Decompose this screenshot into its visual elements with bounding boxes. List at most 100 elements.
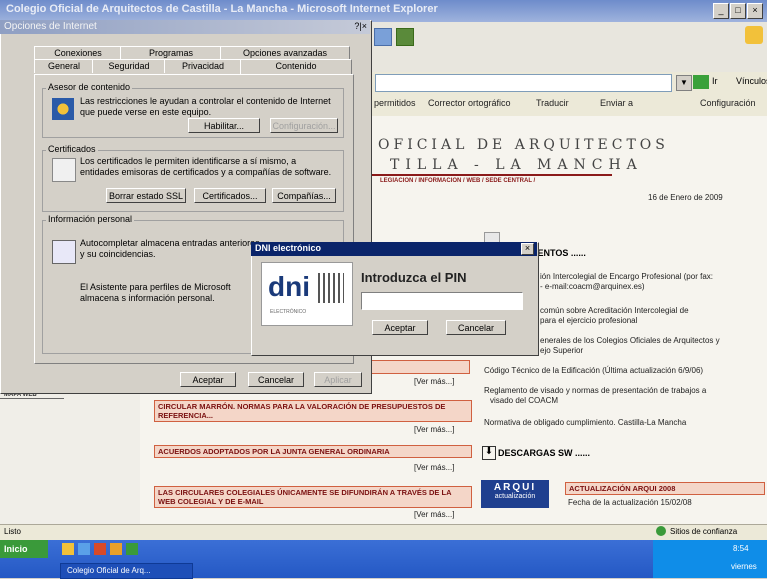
- ie-icon[interactable]: [78, 543, 90, 555]
- site-logo-line1: OFICIAL DE ARQUITECTOS: [378, 137, 669, 153]
- enable-button[interactable]: Habilitar...: [188, 118, 260, 133]
- spellcheck-button[interactable]: Corrector ortográfico: [428, 98, 511, 108]
- taskbar-window-item[interactable]: Colegio Oficial de Arq...: [60, 563, 193, 579]
- see-more-link[interactable]: [Ver más...]: [414, 510, 454, 519]
- personal-info-label: Información personal: [46, 214, 135, 224]
- internet-options-title-bar[interactable]: Opciones de Internet ?|×: [0, 20, 370, 34]
- clock[interactable]: 8:54: [733, 544, 749, 553]
- dni-title-bar[interactable]: DNI electrónico ×: [251, 242, 537, 256]
- chip-pattern-icon: [318, 273, 344, 303]
- pin-ok-button[interactable]: Aceptar: [372, 320, 428, 335]
- autocomplete-icon: [52, 240, 76, 264]
- doc-item[interactable]: común sobre Acreditación Intercolegial d…: [540, 306, 689, 316]
- left-sidebar: [0, 392, 140, 524]
- tab-privacidad[interactable]: Privacidad: [164, 59, 242, 73]
- dni-logo: dni ELECTRÓNICO: [261, 262, 353, 326]
- go-arrow-icon[interactable]: [693, 75, 709, 89]
- window-controls: _ □ ×: [712, 3, 763, 19]
- see-more-link[interactable]: [Ver más...]: [414, 425, 454, 434]
- close-window-button[interactable]: ×: [747, 3, 763, 19]
- firefox-icon[interactable]: [110, 543, 122, 555]
- popups-permitted[interactable]: permitidos: [374, 98, 416, 108]
- browser-title-bar[interactable]: Colegio Oficial de Arquitectos de Castil…: [0, 0, 767, 22]
- arqui-update-title[interactable]: ACTUALIZACIÓN ARQUI 2008: [565, 482, 765, 495]
- doc-item[interactable]: Normativa de obligado cumplimiento. Cast…: [484, 418, 686, 428]
- dni-logo-text: dni: [268, 271, 310, 302]
- system-tray: 8:54 viernes: [653, 540, 767, 578]
- folder-icon[interactable]: [62, 543, 74, 555]
- security-zone: Sitios de confianza: [670, 527, 738, 536]
- app-icon[interactable]: [126, 543, 138, 555]
- windows-flag-icon: [745, 26, 763, 44]
- doc-item[interactable]: visado del COACM: [490, 396, 558, 406]
- news-title[interactable]: LAS CIRCULARES COLEGIALES ÚNICAMENTE SE …: [154, 486, 472, 508]
- tab-conexiones[interactable]: Conexiones: [34, 46, 122, 60]
- clear-ssl-button[interactable]: Borrar estado SSL: [106, 188, 186, 203]
- dni-dialog-title: DNI electrónico: [255, 243, 322, 253]
- pin-prompt: Introduzca el PIN: [361, 270, 467, 285]
- certs-label: Certificados: [46, 144, 98, 154]
- certs-text: Los certificados le permiten identificar…: [80, 156, 332, 177]
- pin-input[interactable]: [361, 292, 523, 310]
- dropdown-arrow-icon[interactable]: ▼: [676, 75, 692, 91]
- translate-button[interactable]: Traducir: [536, 98, 569, 108]
- arqui-title: ARQUI: [493, 482, 537, 493]
- news-title[interactable]: CIRCULAR MARRÓN. NORMAS PARA LA VALORACI…: [154, 400, 472, 422]
- minimize-button[interactable]: _: [713, 3, 729, 19]
- arqui-update-date: Fecha de la actualización 15/02/08: [568, 498, 692, 507]
- tab-programas[interactable]: Programas: [120, 46, 222, 60]
- news-banner-top: [368, 360, 470, 374]
- settings-button[interactable]: Configuración: [700, 98, 756, 108]
- maximize-button[interactable]: □: [730, 3, 746, 19]
- doc-item[interactable]: ejo Superior: [540, 346, 583, 356]
- tab-opciones-avanzadas[interactable]: Opciones avanzadas: [220, 46, 350, 60]
- see-more-link[interactable]: [Ver más...]: [414, 463, 454, 472]
- browser-title: Colegio Oficial de Arquitectos de Castil…: [6, 3, 438, 15]
- go-button[interactable]: Ir: [712, 76, 718, 86]
- media-icon[interactable]: [94, 543, 106, 555]
- doc-item[interactable]: para el ejercicio profesional: [540, 316, 637, 326]
- asesor-label: Asesor de contenido: [46, 82, 133, 92]
- print-icon[interactable]: [374, 28, 392, 46]
- site-nav[interactable]: LEGIACION / INFORMACION / WEB / SEDE CEN…: [380, 178, 535, 184]
- arqui-banner[interactable]: ARQUI actualización: [481, 480, 549, 508]
- publishers-button[interactable]: Compañías...: [272, 188, 336, 203]
- asesor-text: Las restricciones le ayudan a controlar …: [80, 96, 331, 117]
- certificate-icon: [52, 158, 76, 182]
- edit-icon[interactable]: [396, 28, 414, 46]
- content-advisor-icon: [52, 98, 74, 120]
- page-date: 16 de Enero de 2009: [648, 193, 723, 202]
- download-icon: ⬇: [482, 446, 496, 460]
- doc-item[interactable]: Reglamento de visado y normas de present…: [484, 386, 706, 396]
- tab-general[interactable]: General: [34, 59, 94, 73]
- doc-item[interactable]: Código Técnico de la Edificación (Última…: [484, 366, 703, 376]
- doc-item[interactable]: ión Intercolegial de Encargo Profesional…: [540, 272, 713, 282]
- news-title[interactable]: ACUERDOS ADOPTADOS POR LA JUNTA GENERAL …: [154, 445, 472, 458]
- autocomplete-text: Autocompletar almacena entradas anterior…: [80, 238, 260, 259]
- cancel-button[interactable]: Cancelar: [248, 372, 304, 387]
- doc-item[interactable]: enerales de los Colegios Oficiales de Ar…: [540, 336, 720, 346]
- doc-item[interactable]: - e-mail:coacm@arquinex.es): [540, 282, 645, 292]
- help-close-buttons[interactable]: ?|×: [354, 21, 367, 31]
- advisor-settings-button[interactable]: Configuración...: [270, 118, 338, 133]
- dni-close-button[interactable]: ×: [521, 243, 534, 255]
- quick-launch: [62, 543, 172, 557]
- send-to-button[interactable]: Enviar a: [600, 98, 633, 108]
- start-button[interactable]: Inicio: [0, 540, 48, 558]
- pin-cancel-button[interactable]: Cancelar: [446, 320, 506, 335]
- status-text: Listo: [4, 527, 21, 536]
- address-input[interactable]: [375, 74, 672, 92]
- certificates-button[interactable]: Certificados...: [194, 188, 266, 203]
- ok-button[interactable]: Aceptar: [180, 372, 236, 387]
- dni-logo-sub: ELECTRÓNICO: [270, 309, 307, 315]
- arqui-subtitle: actualización: [494, 493, 536, 500]
- dialog-title: Opciones de Internet: [4, 21, 97, 32]
- status-bar: Listo Sitios de confianza: [0, 524, 767, 541]
- see-more-link[interactable]: [Ver más...]: [414, 377, 454, 386]
- apply-button[interactable]: Aplicar: [314, 372, 362, 387]
- tab-seguridad[interactable]: Seguridad: [92, 59, 166, 73]
- links-label[interactable]: Vínculos: [736, 76, 767, 86]
- tab-contenido[interactable]: Contenido: [240, 59, 352, 75]
- profile-text: El Asistente para perfiles de Microsoft …: [80, 282, 231, 303]
- site-logo-line2: TILLA - LA MANCHA: [390, 157, 643, 173]
